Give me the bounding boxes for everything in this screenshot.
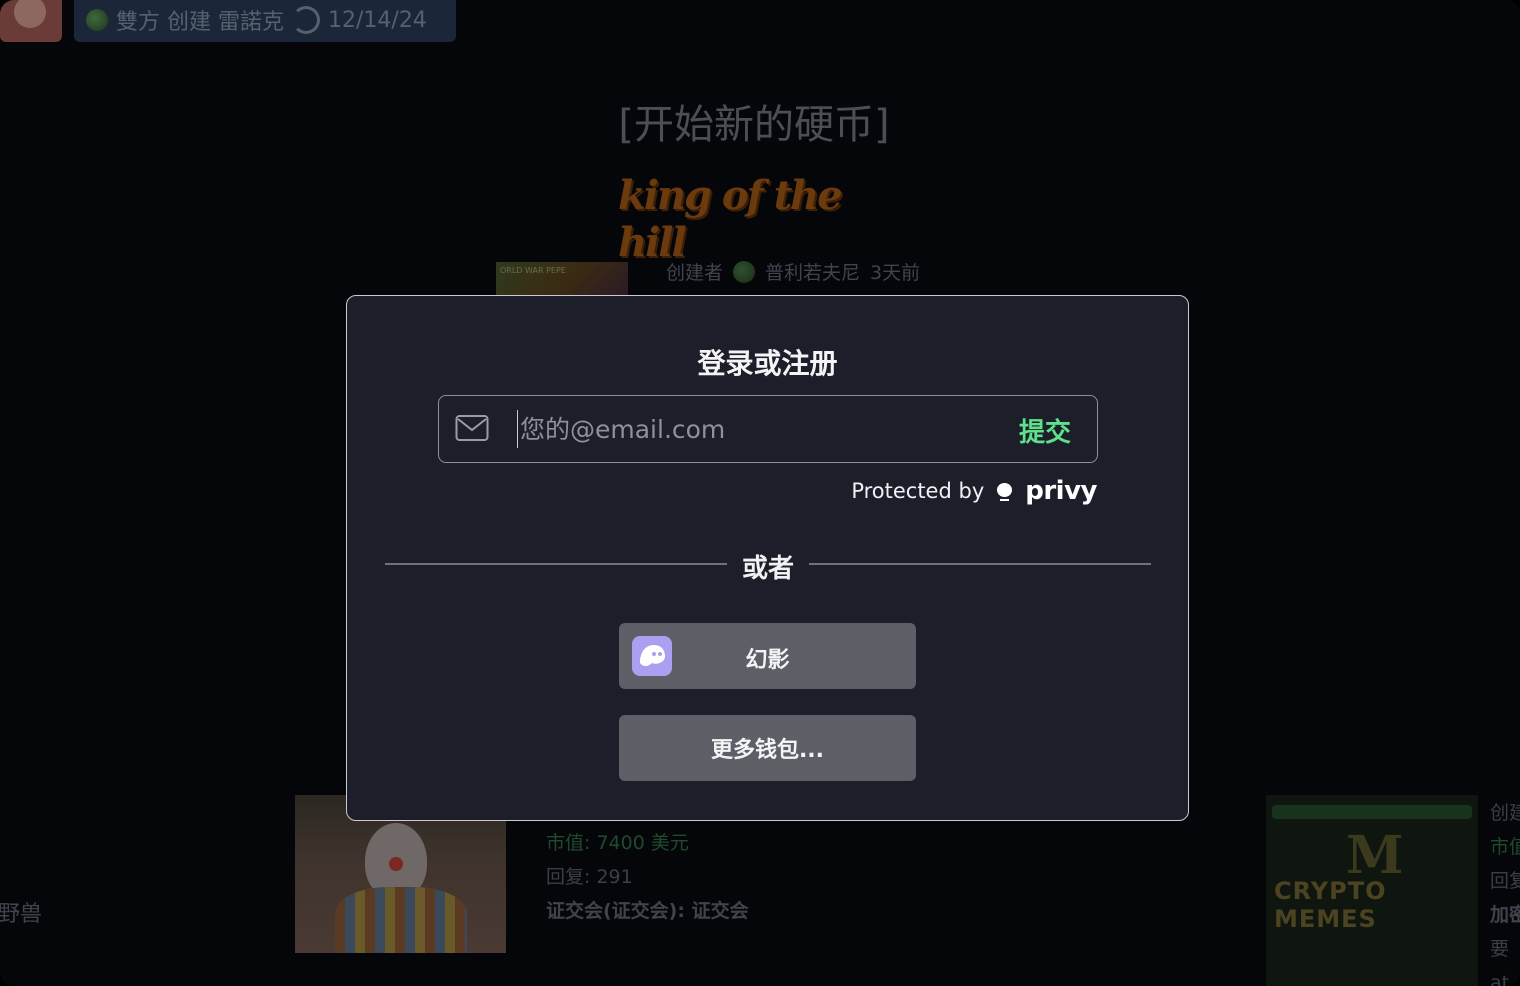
memes-banner: [1272, 805, 1472, 819]
coin-stats: 市值: 7400 美元 回复: 291 证交会(证交会): 证交会: [546, 826, 749, 928]
frog-avatar-icon: [733, 260, 756, 283]
creator-age: 3天前: [870, 262, 921, 284]
coin-avatar: [14, 0, 46, 28]
featured-thumbnail[interactable]: ORLD WAR PEPE: [496, 262, 628, 296]
more-wallets-button[interactable]: 更多钱包...: [619, 715, 916, 781]
login-modal: 登录或注册 提交 Protected by privy 或者: [346, 295, 1189, 821]
reply-count: 回复: 291: [546, 866, 633, 888]
spiral-icon: [292, 6, 320, 34]
ticker-creator: 雙方 创建 雷諾克: [116, 10, 284, 35]
start-new-coin-link[interactable]: [开始新的硬币]: [0, 92, 1508, 150]
ticker-blue-chip[interactable]: 雙方 创建 雷諾克 12/14/24: [74, 0, 456, 42]
protected-by-privy: Protected by privy: [851, 476, 1097, 506]
ticker-red-chip[interactable]: [0, 0, 62, 42]
phantom-label: 幻影: [745, 648, 790, 673]
protected-label: Protected by: [851, 479, 985, 503]
right-clip-5: 要: [1490, 938, 1510, 960]
submit-button[interactable]: 提交: [1019, 410, 1071, 450]
market-cap: 市值: 7400 美元: [546, 832, 689, 854]
crypto-memes-thumbnail[interactable]: M CRYPTO MEMES: [1266, 795, 1478, 986]
page: 雙方 创建 雷諾克 12/14/24 [开始新的硬币] king of the …: [0, 0, 1520, 986]
creator-name[interactable]: 普利若夫尼: [765, 258, 860, 285]
right-clipped-column: 创建 市值 回复 加密 要 at: [1490, 796, 1520, 986]
frog-avatar-icon: [86, 9, 108, 31]
right-clip-2: 市值: [1490, 836, 1520, 858]
right-clip-1: 创建: [1490, 802, 1520, 824]
featured-creator-line: 创建者 普利若夫尼 3天前: [666, 258, 920, 285]
divider-right: [809, 563, 1151, 565]
ticker-date: 12/14/24: [328, 7, 427, 33]
sec-line: 证交会(证交会): 证交会: [546, 900, 749, 922]
divider-left: [385, 563, 727, 565]
king-of-the-hill-logo: king of the hill: [618, 172, 843, 266]
left-clipped-text: 野兽: [0, 902, 43, 927]
clown-collar: [335, 887, 467, 953]
creator-prefix: 创建者: [666, 262, 724, 284]
privy-logo-icon: [996, 481, 1013, 501]
email-field-container: 提交: [438, 395, 1098, 463]
modal-title: 登录或注册: [697, 347, 838, 380]
mail-icon: [455, 415, 489, 441]
email-input[interactable]: [517, 410, 987, 448]
privy-wordmark: privy: [1025, 476, 1097, 506]
right-clip-6: at: [1490, 972, 1510, 986]
right-clip-3: 回复: [1490, 870, 1520, 892]
thumbnail-text: ORLD WAR PEPE: [500, 266, 566, 275]
clown-nose: [389, 857, 403, 871]
memes-text: CRYPTO MEMES: [1274, 877, 1387, 933]
phantom-wallet-button[interactable]: 幻影: [619, 623, 916, 689]
divider-or: 或者: [741, 554, 794, 584]
right-clip-4: 加密: [1490, 904, 1520, 926]
